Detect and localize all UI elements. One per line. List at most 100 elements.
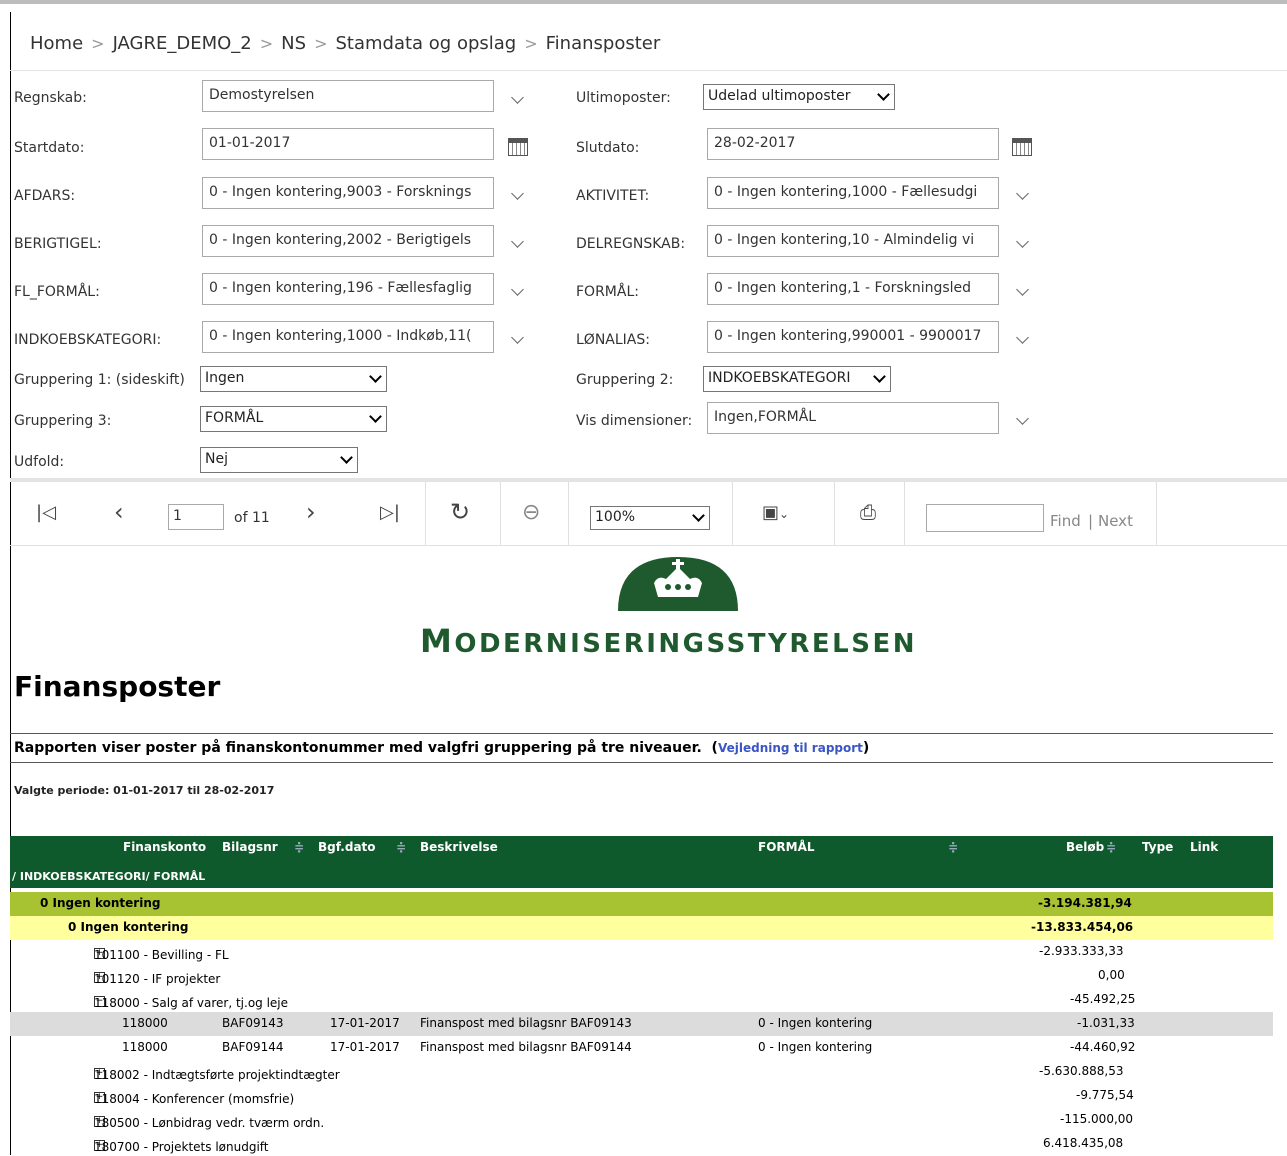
col-finanskonto[interactable]: Finanskonto xyxy=(123,840,206,854)
breadcrumb-jagre-demo[interactable]: JAGRE_DEMO_2 xyxy=(113,33,252,54)
table-row[interactable]: −118000 - Salg af varer, tj.og leje -45.… xyxy=(10,988,1273,1012)
chevron-right-icon: > xyxy=(314,34,328,53)
divider xyxy=(10,733,1273,734)
row-label: 118004 - Konferencer (momsfrie) xyxy=(94,1092,295,1106)
breadcrumb-ns[interactable]: NS xyxy=(281,33,306,54)
gruppering2-select[interactable]: INDKOEBSKATEGORI xyxy=(703,366,891,392)
fl-formaal-input[interactable]: 0 - Ingen kontering,196 - Fællesfaglig xyxy=(202,273,494,305)
table-row[interactable]: +101100 - Bevilling - FL -2.933.333,33 xyxy=(10,940,1273,964)
table-row[interactable]: 118000 BAF09143 17-01-2017 Finanspost me… xyxy=(10,1012,1273,1036)
col-beskrivelse[interactable]: Beskrivelse xyxy=(420,840,498,854)
chevron-down-icon xyxy=(340,451,353,464)
afdars-input[interactable]: 0 - Ingen kontering,9003 - Forsknings xyxy=(202,177,494,209)
divider xyxy=(732,482,733,546)
loenalias-label: LØNALIAS: xyxy=(576,332,650,348)
chevron-right-icon: > xyxy=(524,34,538,53)
row-formaal: 0 - Ingen kontering xyxy=(758,1016,873,1030)
aktivitet-input[interactable]: 0 - Ingen kontering,1000 - Fællesudgi xyxy=(707,177,999,209)
udfold-select[interactable]: Nej xyxy=(200,447,358,473)
row-amount: -45.492,25 xyxy=(1070,992,1136,1006)
row-amount: -1.031,33 xyxy=(1077,1016,1135,1030)
row-amount: -13.833.454,06 xyxy=(1031,920,1134,934)
page-number-input[interactable]: 1 xyxy=(168,504,224,530)
row-bilagsnr: BAF09144 xyxy=(222,1040,284,1054)
sort-icon[interactable]: ≑ xyxy=(294,840,304,854)
table-row[interactable]: 118000 BAF09144 17-01-2017 Finanspost me… xyxy=(10,1036,1273,1060)
report-title: Finansposter xyxy=(14,670,221,703)
col-link[interactable]: Link xyxy=(1190,840,1218,854)
previous-page-icon[interactable]: ‹ xyxy=(114,498,124,526)
table-header: Finanskonto Bilagsnr ≑ Bgf.dato ≑ Beskri… xyxy=(10,836,1273,888)
row-beskrivelse: Finanspost med bilagsnr BAF09143 xyxy=(420,1016,632,1030)
table-row[interactable]: +118002 - Indtægtsførte projektindtægter… xyxy=(10,1060,1273,1084)
berigtigel-input[interactable]: 0 - Ingen kontering,2002 - Berigtigels xyxy=(202,225,494,257)
breadcrumb-stamdata[interactable]: Stamdata og opslag xyxy=(335,33,516,54)
breadcrumb-home[interactable]: Home xyxy=(30,33,83,54)
divider xyxy=(425,482,426,546)
table-row[interactable]: +180700 - Projektets lønudgift 6.418.435… xyxy=(10,1132,1273,1156)
first-page-icon[interactable]: |◁ xyxy=(36,502,56,523)
indkoebskategori-label: INDKOEBSKATEGORI: xyxy=(14,332,162,348)
ultimoposter-select[interactable]: Udelad ultimoposter xyxy=(703,84,895,110)
loenalias-input[interactable]: 0 - Ingen kontering,990001 - 9900017 xyxy=(707,321,999,353)
row-bilagsnr: BAF09143 xyxy=(222,1016,284,1030)
col-bgf-dato[interactable]: Bgf.dato xyxy=(318,840,376,854)
logo-rest: ODERNISERINGSSTYRELSEN xyxy=(454,629,917,659)
row-amount: -115.000,00 xyxy=(1060,1112,1134,1126)
row-label: 0 Ingen kontering xyxy=(68,920,189,934)
next-page-icon[interactable]: › xyxy=(306,498,316,526)
formaal-input[interactable]: 0 - Ingen kontering,1 - Forskningsled xyxy=(707,273,999,305)
table-row[interactable]: +118004 - Konferencer (momsfrie) -9.775,… xyxy=(10,1084,1273,1108)
row-dato: 17-01-2017 xyxy=(330,1016,400,1030)
gruppering3-label: Gruppering 3: xyxy=(14,413,112,429)
col-beloeb[interactable]: Beløb xyxy=(1066,840,1104,854)
print-icon[interactable]: ⎙ xyxy=(860,500,876,524)
table-row[interactable]: 0 Ingen kontering -3.194.381,94 xyxy=(10,892,1273,916)
col-bilagsnr[interactable]: Bilagsnr xyxy=(222,840,278,854)
find-link[interactable]: Find xyxy=(1050,512,1081,530)
regnskab-input[interactable]: Demostyrelsen xyxy=(202,80,494,112)
zoom-value: 100% xyxy=(595,509,636,525)
slutdato-input[interactable]: 28-02-2017 xyxy=(707,128,999,160)
row-amount: -2.933.333,33 xyxy=(1039,944,1124,958)
ultimoposter-value: Udelad ultimoposter xyxy=(708,88,851,104)
zoom-select[interactable]: 100% xyxy=(590,506,710,530)
breadcrumb: Home > JAGRE_DEMO_2 > NS > Stamdata og opslag >… xyxy=(30,33,660,54)
col-formaal[interactable]: FORMÅL xyxy=(758,840,815,854)
next-link[interactable]: Next xyxy=(1098,512,1133,530)
gruppering1-select[interactable]: Ingen xyxy=(200,366,387,392)
row-amount: -44.460,92 xyxy=(1070,1040,1136,1054)
gruppering3-select[interactable]: FORMÅL xyxy=(200,406,387,432)
delregnskab-input[interactable]: 0 - Ingen kontering,10 - Almindelig vi xyxy=(707,225,999,257)
sort-icon[interactable]: ≑ xyxy=(948,840,958,854)
vejledning-link[interactable]: Vejledning til rapport xyxy=(718,741,863,755)
calendar-icon[interactable] xyxy=(1012,138,1032,156)
indkoebskategori-input[interactable]: 0 - Ingen kontering,1000 - Indkøb,11( xyxy=(202,321,494,353)
last-page-icon[interactable]: ▷| xyxy=(380,502,400,523)
calendar-icon[interactable] xyxy=(508,138,528,156)
row-label: 118002 - Indtægtsførte projektindtægter xyxy=(94,1068,340,1082)
startdato-input[interactable]: 01-01-2017 xyxy=(202,128,494,160)
vis-dimensioner-input[interactable]: Ingen,FORMÅL xyxy=(707,402,999,434)
refresh-icon[interactable]: ↻ xyxy=(450,498,470,526)
divider xyxy=(1156,482,1157,546)
back-icon[interactable]: ⊖ xyxy=(522,500,540,525)
crown-logo-icon xyxy=(618,557,738,611)
period-text: Valgte periode: 01-01-2017 til 28-02-201… xyxy=(14,784,275,797)
group-header: / INDKOEBSKATEGORI/ FORMÅL xyxy=(12,870,206,883)
chevron-down-icon xyxy=(369,370,382,383)
chevron-down-icon xyxy=(692,509,705,522)
divider xyxy=(834,482,835,546)
row-amount: 6.418.435,08 xyxy=(1043,1136,1124,1150)
find-input[interactable] xyxy=(926,504,1044,532)
save-icon[interactable]: ▣⌄ xyxy=(762,502,789,523)
table-row[interactable]: 0 Ingen kontering -13.833.454,06 xyxy=(10,916,1273,940)
logo-text: MODERNISERINGSSTYRELSEN xyxy=(420,622,917,660)
table-row[interactable]: +101120 - IF projekter 0,00 xyxy=(10,964,1273,988)
table-row[interactable]: +180500 - Lønbidrag vedr. tværm ordn. -1… xyxy=(10,1108,1273,1132)
sort-icon[interactable]: ≑ xyxy=(1106,840,1116,854)
divider xyxy=(10,70,1287,71)
sort-icon[interactable]: ≑ xyxy=(396,840,406,854)
find-separator: | xyxy=(1088,512,1094,530)
col-type[interactable]: Type xyxy=(1142,840,1173,854)
